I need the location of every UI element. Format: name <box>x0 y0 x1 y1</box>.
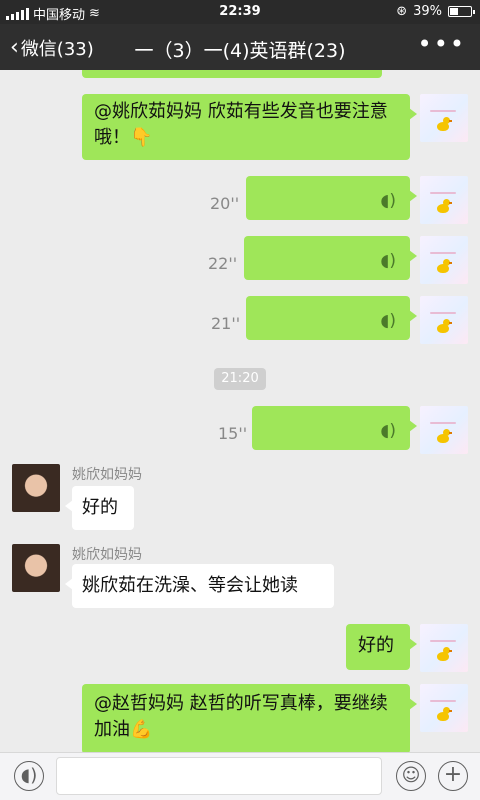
voice-wave-icon: ◖) <box>380 251 396 271</box>
more-icon[interactable]: ••• <box>418 30 466 58</box>
my-avatar[interactable] <box>420 296 468 344</box>
voice-duration: 21'' <box>211 314 241 333</box>
message-text: @赵哲妈妈 赵哲的听写真棒，要继续加油💪 <box>94 693 388 740</box>
message-bubble[interactable]: 姚欣茹在洗澡、等会让她读 <box>65 564 334 608</box>
my-avatar[interactable] <box>420 406 468 454</box>
voice-message[interactable]: ◖) <box>252 406 417 450</box>
voice-message[interactable]: ◖) <box>244 236 417 280</box>
message-bubble[interactable]: 好的 <box>65 486 134 530</box>
nav-bar: ‹ 微信(33) 一（3）一(4)英语群(23) ••• <box>0 24 480 70</box>
voice-duration: 15'' <box>218 424 248 443</box>
message-input[interactable] <box>56 757 382 795</box>
plus-icon[interactable]: + <box>438 761 468 791</box>
emoji-icon[interactable]: ☺ <box>396 761 426 791</box>
lock-rotation-icon: ⊛ <box>396 4 408 19</box>
input-bar: ◖) ☺ + <box>0 752 480 800</box>
chat-area[interactable]: @姚欣茹妈妈 欣茹有些发音也要注意哦！👇 20'' ◖) 22'' ◖) 21'… <box>0 70 480 752</box>
message-bubble[interactable]: @姚欣茹妈妈 欣茹有些发音也要注意哦！👇 <box>82 94 417 160</box>
my-avatar[interactable] <box>420 176 468 224</box>
voice-wave-icon: ◖) <box>380 191 396 211</box>
chat-title: 一（3）一(4)英语群(23) <box>134 40 346 62</box>
battery-percent: 39% <box>413 4 442 19</box>
sender-avatar[interactable] <box>12 544 60 592</box>
voice-message[interactable]: ◖) <box>246 296 417 340</box>
message-text: @姚欣茹妈妈 欣茹有些发音也要注意哦！👇 <box>94 101 388 148</box>
sender-avatar[interactable] <box>12 464 60 512</box>
my-avatar[interactable] <box>420 236 468 284</box>
message-text: 好的 <box>82 497 118 518</box>
message-bubble[interactable]: @赵哲妈妈 赵哲的听写真棒，要继续加油💪 <box>82 684 417 752</box>
battery-icon <box>448 6 475 17</box>
my-avatar[interactable] <box>420 684 468 732</box>
voice-duration: 20'' <box>210 194 240 213</box>
message-text: 好的 <box>358 635 394 656</box>
message-bubble-clipped[interactable] <box>82 70 382 78</box>
message-text: 姚欣茹在洗澡、等会让她读 <box>82 575 298 596</box>
status-bar: 中国移动 ≋ 22:39 ⊛ 39% <box>0 0 480 24</box>
my-avatar[interactable] <box>420 624 468 672</box>
timestamp: 21:20 <box>214 368 266 390</box>
message-bubble[interactable]: 好的 <box>346 624 417 670</box>
sender-name: 姚欣如妈妈 <box>72 467 142 483</box>
sender-name: 姚欣如妈妈 <box>72 547 142 563</box>
voice-message[interactable]: ◖) <box>246 176 417 220</box>
voice-mode-icon[interactable]: ◖) <box>14 761 44 791</box>
my-avatar[interactable] <box>420 94 468 142</box>
voice-wave-icon: ◖) <box>380 421 396 441</box>
voice-wave-icon: ◖) <box>380 311 396 331</box>
voice-duration: 22'' <box>208 254 238 273</box>
